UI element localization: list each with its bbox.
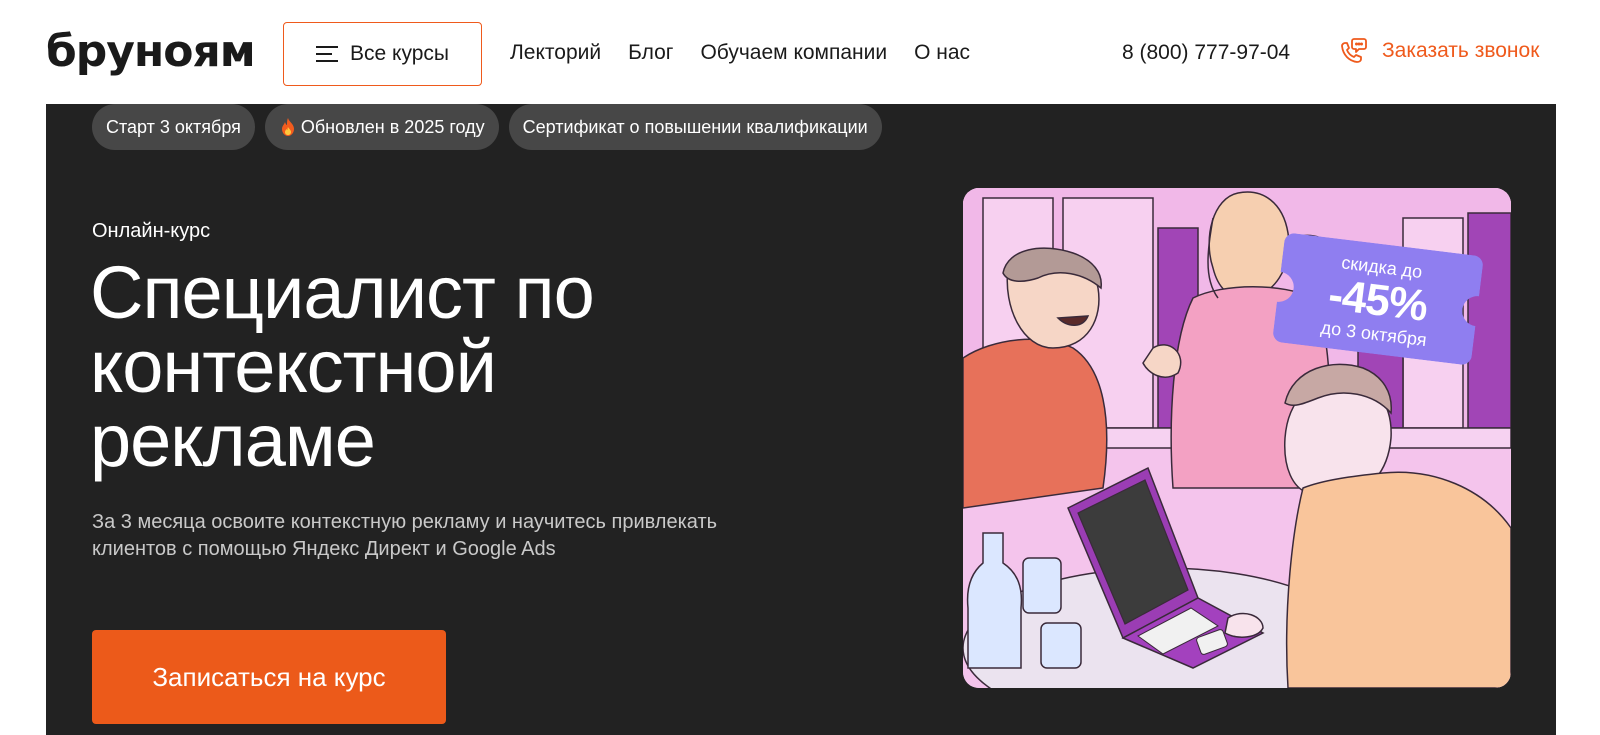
callback-label: Заказать звонок <box>1382 39 1540 62</box>
site-header: бруноям Все курсы Лекторий Блог Обучаем … <box>0 0 1600 104</box>
callback-link[interactable]: Заказать звонок <box>1338 36 1539 66</box>
brand-logo[interactable]: бруноям <box>46 26 256 78</box>
nav-item-lectorium[interactable]: Лекторий <box>510 38 601 68</box>
burger-icon <box>316 46 338 62</box>
nav-item-about[interactable]: О нас <box>914 38 970 68</box>
phone-chat-icon <box>1341 38 1367 63</box>
hero-section: Старт 3 октября Обновлен в 2025 году Сер… <box>46 104 1556 735</box>
tag-certificate: Сертификат о повышении квалификации <box>508 104 882 150</box>
course-tags: Старт 3 октября Обновлен в 2025 году Сер… <box>92 104 882 150</box>
enroll-button[interactable]: Записаться на курс <box>92 630 446 724</box>
course-description: За 3 месяца освоите контекстную рекламу … <box>92 511 718 560</box>
course-format: Онлайн-курс <box>92 220 211 242</box>
fire-icon <box>281 118 294 136</box>
nav-item-corporate[interactable]: Обучаем компании <box>700 38 887 68</box>
tag-certificate-label: Сертификат о повышении квалификации <box>522 116 868 137</box>
tag-updated: Обновлен в 2025 году <box>264 104 499 150</box>
tag-updated-label: Обновлен в 2025 году <box>300 116 485 137</box>
main-nav: Лекторий Блог Обучаем компании О нас <box>510 38 970 68</box>
tag-start-date-label: Старт 3 октября <box>106 116 241 137</box>
nav-item-blog[interactable]: Блог <box>628 38 673 68</box>
tag-start-date: Старт 3 октября <box>92 104 255 150</box>
phone-number[interactable]: 8 (800) 777-97-04 <box>1122 38 1290 68</box>
all-courses-label: Все курсы <box>350 42 449 65</box>
all-courses-button[interactable]: Все курсы <box>283 22 482 86</box>
page-title: Специалист по контекстной рекламе <box>90 251 595 482</box>
